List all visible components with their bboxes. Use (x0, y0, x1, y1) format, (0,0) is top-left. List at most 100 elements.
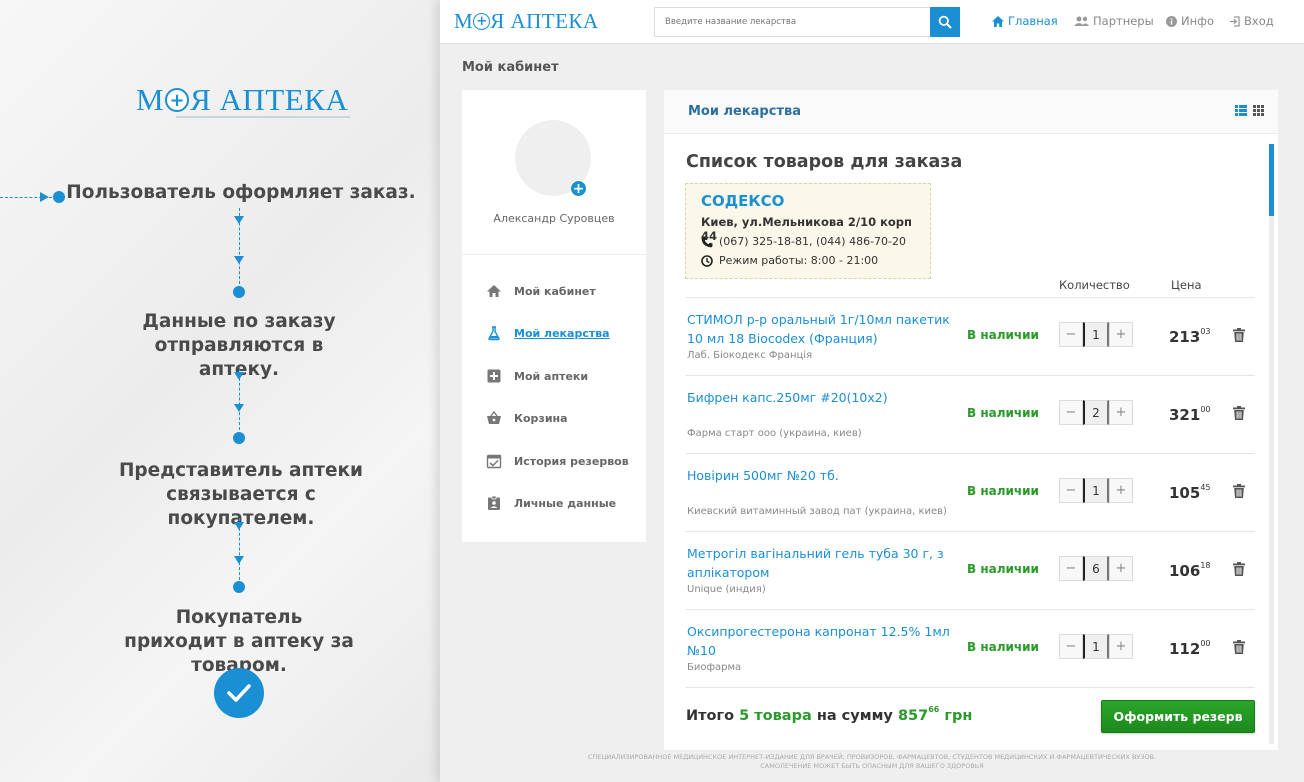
product-price: 21303 (1169, 327, 1211, 346)
arrow-down-icon (234, 404, 244, 412)
arrow-down-icon (234, 372, 244, 380)
medicines-panel: Мои лекарства Список товаров для заказа … (664, 90, 1278, 750)
add-avatar-button[interactable]: + (570, 180, 587, 197)
product-name-link[interactable]: Новірин 500мг №20 тб. (687, 466, 957, 485)
product-name-link[interactable]: Метрогіл вагінальний гель туба 30 г, з а… (687, 544, 957, 582)
decrease-button[interactable]: − (1059, 634, 1083, 659)
history-icon (486, 454, 502, 469)
sidebar: + Александр Суровцев Мой кабинет Мой лек… (462, 90, 646, 542)
increase-button[interactable]: + (1109, 322, 1133, 347)
nav-partners[interactable]: Партнеры (1074, 14, 1154, 28)
quantity-input[interactable] (1083, 634, 1109, 659)
top-bar: М + Я АПТЕКА Главная Партнеры Инфо Вход (440, 0, 1304, 44)
quantity-input[interactable] (1083, 478, 1109, 503)
decrease-button[interactable]: − (1059, 556, 1083, 581)
pharmacy-card: СОДЕКСО Киев, ул.Мельникова 2/10 корп 44… (685, 183, 931, 279)
trash-icon[interactable] (1233, 405, 1245, 424)
flow-dot (233, 432, 245, 444)
nav-info[interactable]: Инфо (1166, 14, 1214, 28)
quantity-input[interactable] (1083, 322, 1109, 347)
tab-my-medicines[interactable]: Мои лекарства (688, 104, 801, 119)
home-icon (992, 15, 1004, 27)
search-icon (938, 15, 952, 29)
info-icon (1166, 15, 1177, 27)
product-price: 10545 (1169, 483, 1211, 502)
check-icon (214, 668, 264, 718)
trash-icon[interactable] (1233, 327, 1245, 346)
product-maker: Unique (индия) (687, 584, 766, 595)
availability-status: В наличии (967, 484, 1039, 498)
flow-dot (233, 581, 245, 593)
increase-button[interactable]: + (1109, 634, 1133, 659)
quantity-input[interactable] (1083, 556, 1109, 581)
view-toggle (1235, 105, 1264, 116)
list-title: Список товаров для заказа (686, 152, 963, 172)
grid-view-icon[interactable] (1253, 105, 1264, 116)
divider (462, 254, 646, 255)
footer: СПЕЦИАЛИЗИРОВАННОЕ МЕДИЦИНСКОЕ ИНТЕРНЕТ-… (587, 753, 1157, 770)
column-price: Цена (1171, 278, 1202, 292)
cross-icon: + (165, 88, 190, 112)
increase-button[interactable]: + (1109, 556, 1133, 581)
product-maker: Фарма старт ооо (украина, киев) (687, 428, 862, 439)
quantity-stepper: −+ (1059, 634, 1133, 659)
sidebar-item-cabinet[interactable]: Мой кабинет (486, 281, 596, 301)
quantity-stepper: −+ (1059, 478, 1133, 503)
flow-dot (233, 286, 245, 298)
product-price: 32100 (1169, 405, 1211, 424)
sidebar-item-medicines[interactable]: Мой лекарства (486, 323, 610, 343)
arrow-down-icon (234, 522, 244, 530)
nav-login[interactable]: Вход (1230, 14, 1274, 28)
cross-icon: + (473, 13, 491, 30)
order-total: Итого 5 товара на сумму 85766 грн (686, 705, 973, 724)
sidebar-item-history[interactable]: История резервов (486, 451, 629, 471)
increase-button[interactable]: + (1109, 400, 1133, 425)
app-window: М + Я АПТЕКА Главная Партнеры Инфо Вход … (440, 0, 1304, 782)
decrease-button[interactable]: − (1059, 322, 1083, 347)
product-name-link[interactable]: Бифрен капс.250мг #20(10х2) (687, 388, 957, 407)
decrease-button[interactable]: − (1059, 478, 1083, 503)
search-input[interactable] (654, 7, 930, 37)
nav-home[interactable]: Главная (992, 14, 1058, 28)
availability-status: В наличии (967, 328, 1039, 342)
trash-icon[interactable] (1233, 639, 1245, 658)
pharmacy-hours: Режим работы: 8:00 - 21:00 (701, 254, 878, 267)
search-button[interactable] (930, 7, 960, 37)
reserve-button[interactable]: Оформить резерв (1101, 700, 1255, 733)
sidebar-item-personal[interactable]: Личные данные (486, 493, 616, 513)
availability-status: В наличии (967, 562, 1039, 576)
product-maker: Лаб. Біокодекс Франція (687, 350, 813, 361)
login-icon (1230, 15, 1240, 27)
sidebar-item-pharmacies[interactable]: Мой аптеки (486, 366, 588, 386)
phone-icon (701, 236, 713, 247)
table-row: СТИМОЛ р-р оральный 1г/10мл пакетик 10 м… (686, 298, 1255, 376)
scrollbar[interactable] (1269, 144, 1274, 744)
step-1-text: Пользователь оформляет заказ. (66, 182, 416, 203)
sidebar-item-cart[interactable]: Корзина (486, 408, 568, 428)
flask-icon (488, 326, 500, 341)
header-logo[interactable]: М + Я АПТЕКА (454, 9, 599, 34)
pharmacy-name[interactable]: СОДЕКСО (701, 192, 784, 210)
scrollbar-thumb[interactable] (1269, 144, 1274, 216)
panel-header: Мои лекарства (664, 90, 1278, 134)
quantity-input[interactable] (1083, 400, 1109, 425)
product-price: 10618 (1169, 561, 1211, 580)
trash-icon[interactable] (1233, 561, 1245, 580)
quantity-stepper: −+ (1059, 400, 1133, 425)
step-3-text: Представитель аптеки связывается с покуп… (118, 460, 364, 529)
people-icon (1074, 16, 1089, 26)
clock-icon (701, 254, 713, 267)
table-row: Бифрен капс.250мг #20(10х2) Фарма старт о… (686, 376, 1255, 454)
availability-status: В наличии (967, 640, 1039, 654)
product-name-link[interactable]: СТИМОЛ р-р оральный 1г/10мл пакетик 10 м… (687, 310, 957, 348)
table-row: Оксипрогестерона капронат 12.5% 1мл №10 Б… (686, 610, 1255, 688)
decrease-button[interactable]: − (1059, 400, 1083, 425)
trash-icon[interactable] (1233, 483, 1245, 502)
promo-panel: М + Я АПТЕКА Пользователь оформляет зака… (0, 0, 440, 782)
product-name-link[interactable]: Оксипрогестерона капронат 12.5% 1мл №10 (687, 622, 957, 660)
increase-button[interactable]: + (1109, 478, 1133, 503)
table-row: Новірин 500мг №20 тб. Киевский витаминный… (686, 454, 1255, 532)
product-maker: Биофарма (687, 662, 742, 673)
list-view-icon[interactable] (1235, 105, 1247, 116)
plus-box-icon (487, 369, 501, 383)
